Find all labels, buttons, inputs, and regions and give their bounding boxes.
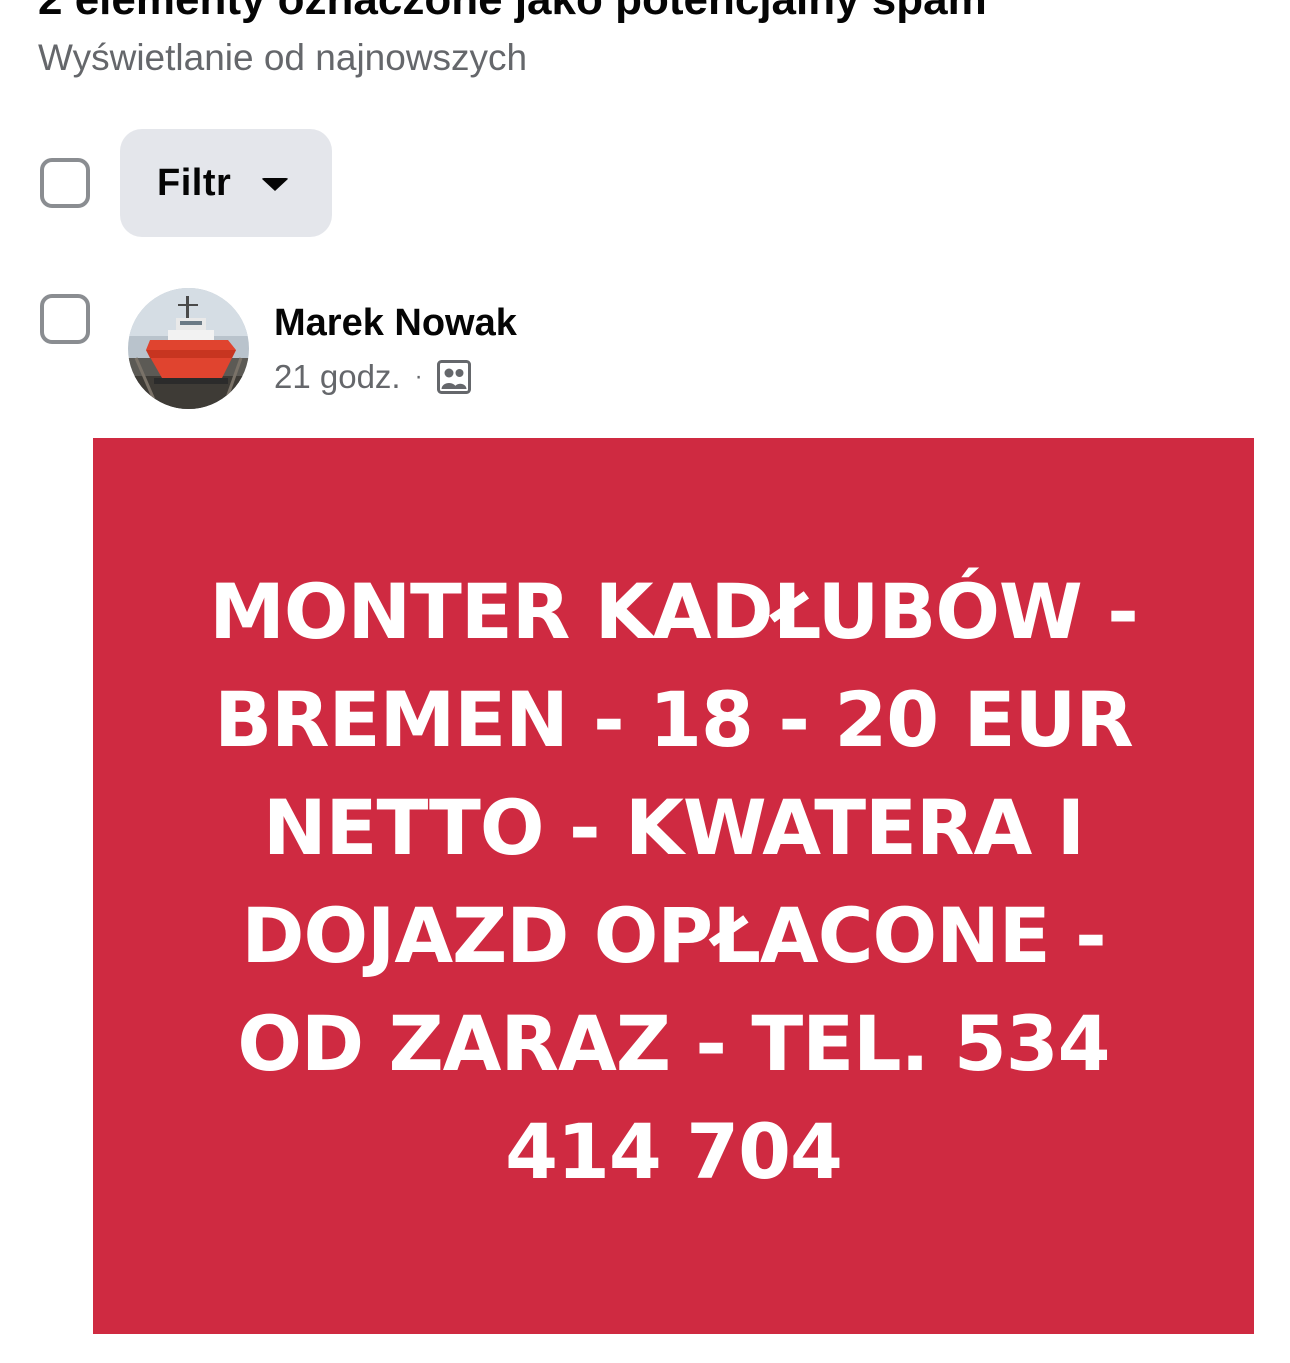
post-select-checkbox[interactable] xyxy=(40,294,90,344)
post-meta: 21 godz. · xyxy=(274,356,471,398)
group-members-icon[interactable] xyxy=(436,360,471,394)
meta-separator: · xyxy=(414,363,423,390)
filter-button[interactable]: Filtr xyxy=(120,129,332,237)
post-timestamp[interactable]: 21 godz. xyxy=(274,358,401,396)
page-title: 2 elementy oznaczone jako potencjalny sp… xyxy=(38,0,987,26)
author-name[interactable]: Marek Nowak xyxy=(274,300,517,346)
select-all-checkbox[interactable] xyxy=(40,158,90,208)
filter-button-label: Filtr xyxy=(157,161,232,204)
ship-photo-icon xyxy=(128,288,249,409)
post-text: MONTER KADŁUBÓW - BREMEN - 18 - 20 EUR N… xyxy=(209,567,1139,1196)
caret-down-icon xyxy=(261,178,290,191)
post-text-card[interactable]: MONTER KADŁUBÓW - BREMEN - 18 - 20 EUR N… xyxy=(93,438,1254,1334)
sort-order-label[interactable]: Wyświetlanie od najnowszych xyxy=(38,36,527,80)
author-avatar[interactable] xyxy=(128,288,249,409)
